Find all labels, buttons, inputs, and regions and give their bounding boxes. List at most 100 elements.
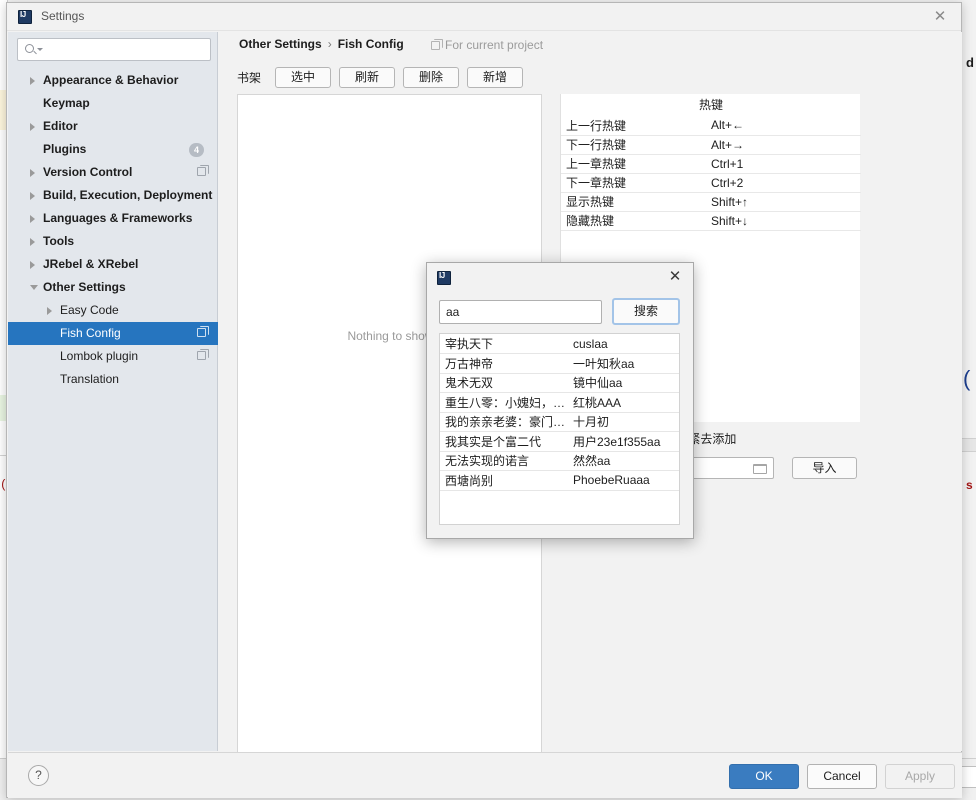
search-result-row[interactable]: 万古神帝 一叶知秋aa (440, 353, 679, 374)
result-author: PhoebeRuaaa (568, 470, 679, 491)
sidebar-item-label: JRebel & XRebel (43, 257, 139, 271)
result-author: 用户23e1f355aa (568, 431, 679, 452)
search-result-row[interactable]: 无法实现的诺言 然然aa (440, 451, 679, 471)
sidebar-item-tools[interactable]: Tools (8, 230, 218, 253)
chevron-right-icon[interactable] (30, 123, 35, 131)
intellij-logo-icon (437, 271, 451, 285)
sidebar-item-languages-frameworks[interactable]: Languages & Frameworks (8, 207, 218, 230)
sidebar-item-version-control[interactable]: Version Control (8, 161, 218, 184)
select-button[interactable]: 选中 (275, 67, 332, 88)
sidebar-item-label: Easy Code (60, 303, 119, 317)
keyword-input[interactable] (439, 300, 602, 324)
search-button[interactable]: 搜索 (612, 298, 680, 325)
background-right-paren: ( (963, 366, 971, 391)
sidebar-item-label: Translation (60, 372, 119, 386)
background-right-letter-s: s (966, 478, 973, 492)
sidebar-item-appearance-behavior[interactable]: Appearance & Behavior (8, 69, 218, 92)
sidebar-item-translation[interactable]: Translation (8, 368, 218, 391)
search-input[interactable] (44, 41, 204, 58)
search-result-row[interactable]: 我的亲亲老婆：豪门… 十月初 (440, 412, 679, 432)
result-title: 万古神帝 (440, 353, 568, 374)
result-title: 我的亲亲老婆：豪门… (440, 412, 568, 432)
window-titlebar: Settings ✕ (7, 3, 961, 31)
copy-icon (197, 165, 209, 176)
folder-icon[interactable] (753, 464, 767, 474)
result-author: 红桃AAA (568, 392, 679, 413)
hotkey-name: 隐藏热键 (561, 211, 706, 231)
sidebar-item-build-execution-deployment[interactable]: Build, Execution, Deployment (8, 184, 218, 207)
chevron-right-icon[interactable] (30, 192, 35, 200)
shelf-toolbar: 书架 选中 刷新 删除 新增 (237, 67, 531, 89)
result-author: 一叶知秋aa (568, 353, 679, 374)
scope-note: For current project (431, 38, 543, 52)
apply-button: Apply (885, 764, 955, 789)
sidebar-item-lombok-plugin[interactable]: Lombok plugin (8, 345, 218, 368)
refresh-button[interactable]: 刷新 (339, 67, 396, 88)
breadcrumb-parent[interactable]: Other Settings (239, 37, 322, 51)
hotkey-row[interactable]: 上一章热键 Ctrl+1 (561, 154, 861, 174)
result-title: 西塘尚别 (440, 470, 568, 491)
search-result-row[interactable]: 我其实是个富二代 用户23e1f355aa (440, 431, 679, 452)
sidebar-item-label: Plugins (43, 142, 87, 156)
delete-button[interactable]: 删除 (403, 67, 460, 88)
chevron-right-icon[interactable] (30, 261, 35, 269)
result-title: 重生八零：小媿妇，… (440, 392, 568, 413)
search-icon-handle (33, 50, 37, 55)
cancel-button[interactable]: Cancel (807, 764, 877, 789)
search-results-panel[interactable]: 宰执天下 cuslaa 万古神帝 一叶知秋aa 鬼术无双 镜中仙aa 重生八零：小媿妇，… 红… (439, 333, 680, 525)
sidebar-item-plugins[interactable]: Plugins 4 (8, 138, 218, 161)
hotkey-value: Shift+↓ (706, 211, 861, 231)
sidebar-item-easy-code[interactable]: Easy Code (8, 299, 218, 322)
sidebar-item-label: Appearance & Behavior (43, 73, 179, 87)
hotkey-name: 下一章热键 (561, 173, 706, 193)
scope-note-label: For current project (445, 38, 544, 52)
hotkey-row[interactable]: 下一行热键 Alt+→ (561, 135, 861, 155)
intellij-logo-icon (18, 10, 32, 24)
hotkey-name: 上一章热键 (561, 154, 706, 174)
close-icon[interactable]: ✕ (665, 267, 685, 287)
search-result-row[interactable]: 宰执天下 cuslaa (440, 334, 679, 354)
sidebar-item-fish-config[interactable]: Fish Config (8, 322, 218, 345)
dialog-button-bar: ? OK Cancel Apply (8, 752, 962, 798)
hotkey-row[interactable]: 显示热键 Shift+↑ (561, 192, 861, 212)
hotkey-name: 上一行热键 (561, 116, 706, 136)
result-author: 然然aa (568, 451, 679, 471)
hotkey-panel-title: 热键 (698, 98, 723, 112)
settings-sidebar: Appearance & Behavior Keymap Editor Plugins… (8, 32, 218, 751)
add-button[interactable]: 新增 (467, 67, 524, 88)
sidebar-item-label: Keymap (43, 96, 90, 110)
chevron-right-icon[interactable] (30, 215, 35, 223)
ok-button[interactable]: OK (729, 764, 799, 789)
sidebar-item-label: Languages & Frameworks (43, 211, 193, 225)
chevron-down-icon[interactable] (37, 48, 43, 51)
result-author: 十月初 (568, 412, 679, 432)
chevron-down-icon[interactable] (30, 285, 38, 290)
sidebar-item-other-settings[interactable]: Other Settings (8, 276, 218, 299)
sidebar-item-label: Version Control (43, 165, 133, 179)
sidebar-item-label: Lombok plugin (60, 349, 139, 363)
sidebar-item-editor[interactable]: Editor (8, 115, 218, 138)
hotkey-row[interactable]: 上一行热键 Alt+← (561, 116, 861, 136)
search-results-table: 宰执天下 cuslaa 万古神帝 一叶知秋aa 鬼术无双 镜中仙aa 重生八零：小媿妇，… 红… (440, 334, 679, 491)
result-title: 鬼术无双 (440, 373, 568, 393)
chevron-right-icon[interactable] (47, 307, 52, 315)
help-button[interactable]: ? (28, 765, 49, 786)
close-icon[interactable]: ✕ (929, 6, 951, 28)
sidebar-item-jrebel-xrebel[interactable]: JRebel & XRebel (8, 253, 218, 276)
import-button[interactable]: 导入 (792, 457, 857, 479)
chevron-right-icon[interactable] (30, 238, 35, 246)
search-input-wrapper[interactable] (17, 38, 211, 61)
search-result-row[interactable]: 鬼术无双 镜中仙aa (440, 373, 679, 393)
chevron-right-icon[interactable] (30, 169, 35, 177)
search-result-row[interactable]: 重生八零：小媿妇，… 红桃AAA (440, 392, 679, 413)
sidebar-item-keymap[interactable]: Keymap (8, 92, 218, 115)
breadcrumb-separator: › (327, 37, 332, 51)
chevron-right-icon[interactable] (30, 77, 35, 85)
search-result-row[interactable]: 西塘尚别 PhoebeRuaaa (440, 470, 679, 491)
hotkey-value: Ctrl+2 (706, 173, 861, 193)
sidebar-item-label: Editor (43, 119, 78, 133)
hotkey-row[interactable]: 下一章热键 Ctrl+2 (561, 173, 861, 193)
hotkey-row[interactable]: 隐藏热键 Shift+↓ (561, 211, 861, 231)
result-title: 宰执天下 (440, 334, 568, 354)
sidebar-item-badge: 4 (189, 143, 204, 157)
